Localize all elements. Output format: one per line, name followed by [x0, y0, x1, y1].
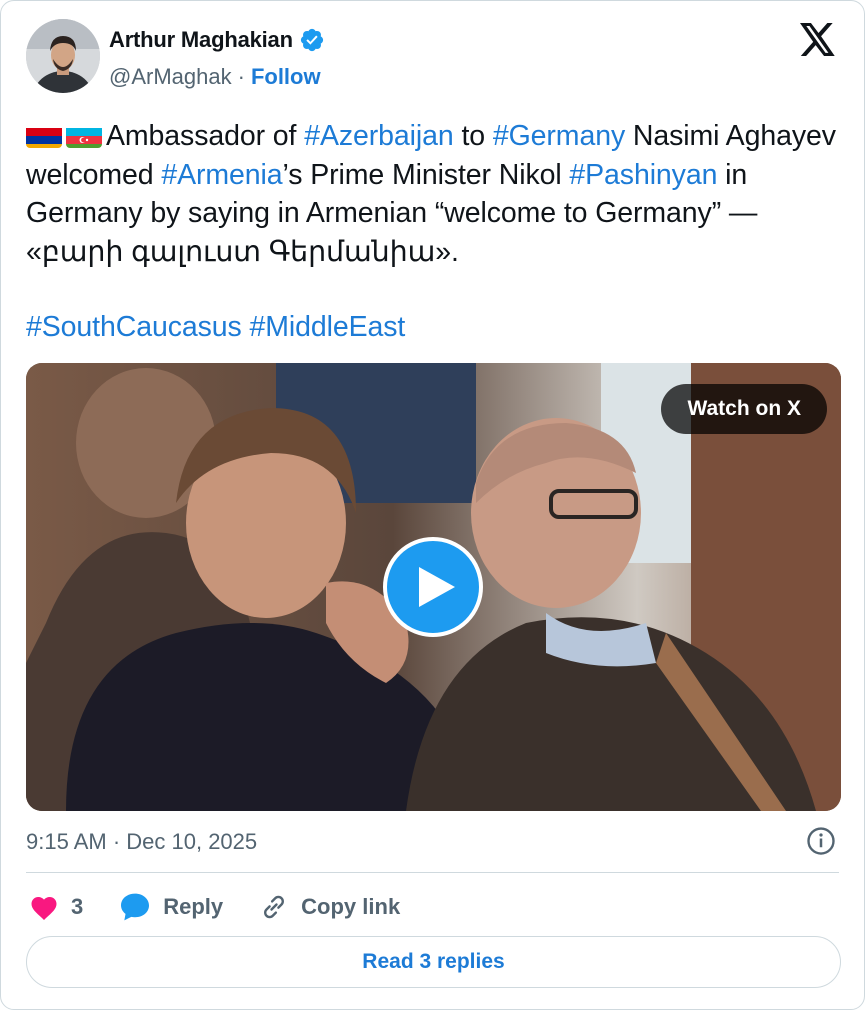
- tweet-text-segment: ’s Prime Minister Nikol: [282, 158, 570, 191]
- author-handle[interactable]: @ArMaghak: [109, 64, 232, 90]
- armenia-flag-icon: [26, 124, 62, 148]
- hashtag-link[interactable]: #SouthCaucasus: [26, 311, 242, 343]
- play-icon[interactable]: [383, 537, 483, 637]
- follow-button[interactable]: Follow: [251, 64, 321, 90]
- like-count: 3: [71, 894, 84, 919]
- copy-link-label: Copy link: [301, 894, 401, 919]
- link-icon: [259, 892, 289, 922]
- avatar[interactable]: [26, 19, 100, 93]
- hashtag-link[interactable]: #Pashinyan: [569, 159, 717, 191]
- read-replies-button[interactable]: Read 3 replies: [26, 936, 841, 988]
- like-button[interactable]: 3: [29, 893, 83, 921]
- azerbaijan-flag-icon: [66, 124, 102, 148]
- action-bar: 3 Reply Copy link: [29, 887, 436, 927]
- reply-label: Reply: [163, 894, 224, 919]
- divider: [26, 872, 839, 873]
- info-icon[interactable]: [806, 826, 836, 856]
- reply-bubble-icon: [119, 892, 151, 922]
- hashtag-link[interactable]: #Armenia: [161, 159, 282, 191]
- video-media[interactable]: Watch on X: [26, 363, 841, 811]
- author-handle-row: @ArMaghak · Follow: [109, 64, 321, 90]
- verified-badge-icon: [299, 27, 325, 53]
- reply-button[interactable]: Reply: [119, 892, 223, 922]
- hashtags-line: #SouthCaucasus #MiddleEast: [26, 308, 841, 347]
- tweet-text-segment: to: [453, 120, 493, 152]
- hashtag-link[interactable]: #Azerbaijan: [304, 120, 454, 152]
- watch-on-x-button[interactable]: Watch on X: [661, 384, 827, 434]
- copy-link-button[interactable]: Copy link: [259, 892, 400, 922]
- tweet-text-segment: Ambassador of: [106, 120, 305, 152]
- author-name[interactable]: Arthur Maghakian: [109, 27, 293, 53]
- tweet-text: Ambassador of #Azerbaijan to #Germany Na…: [26, 117, 841, 347]
- heart-icon: [29, 893, 59, 921]
- timestamp-text[interactable]: 9:15 AM · Dec 10, 2025: [26, 829, 257, 854]
- tweet-body: Ambassador of #Azerbaijan to #Germany Na…: [26, 117, 841, 271]
- tweet-card: Arthur Maghakian @ArMaghak · Follow Amba…: [0, 0, 865, 1010]
- timestamp[interactable]: 9:15 AM · Dec 10, 2025: [26, 829, 257, 855]
- author-name-row: Arthur Maghakian: [109, 27, 325, 53]
- handle-separator: ·: [237, 64, 245, 89]
- hashtag-link[interactable]: #MiddleEast: [250, 311, 406, 343]
- x-logo-icon[interactable]: [800, 23, 836, 56]
- hashtag-link[interactable]: #Germany: [493, 120, 625, 152]
